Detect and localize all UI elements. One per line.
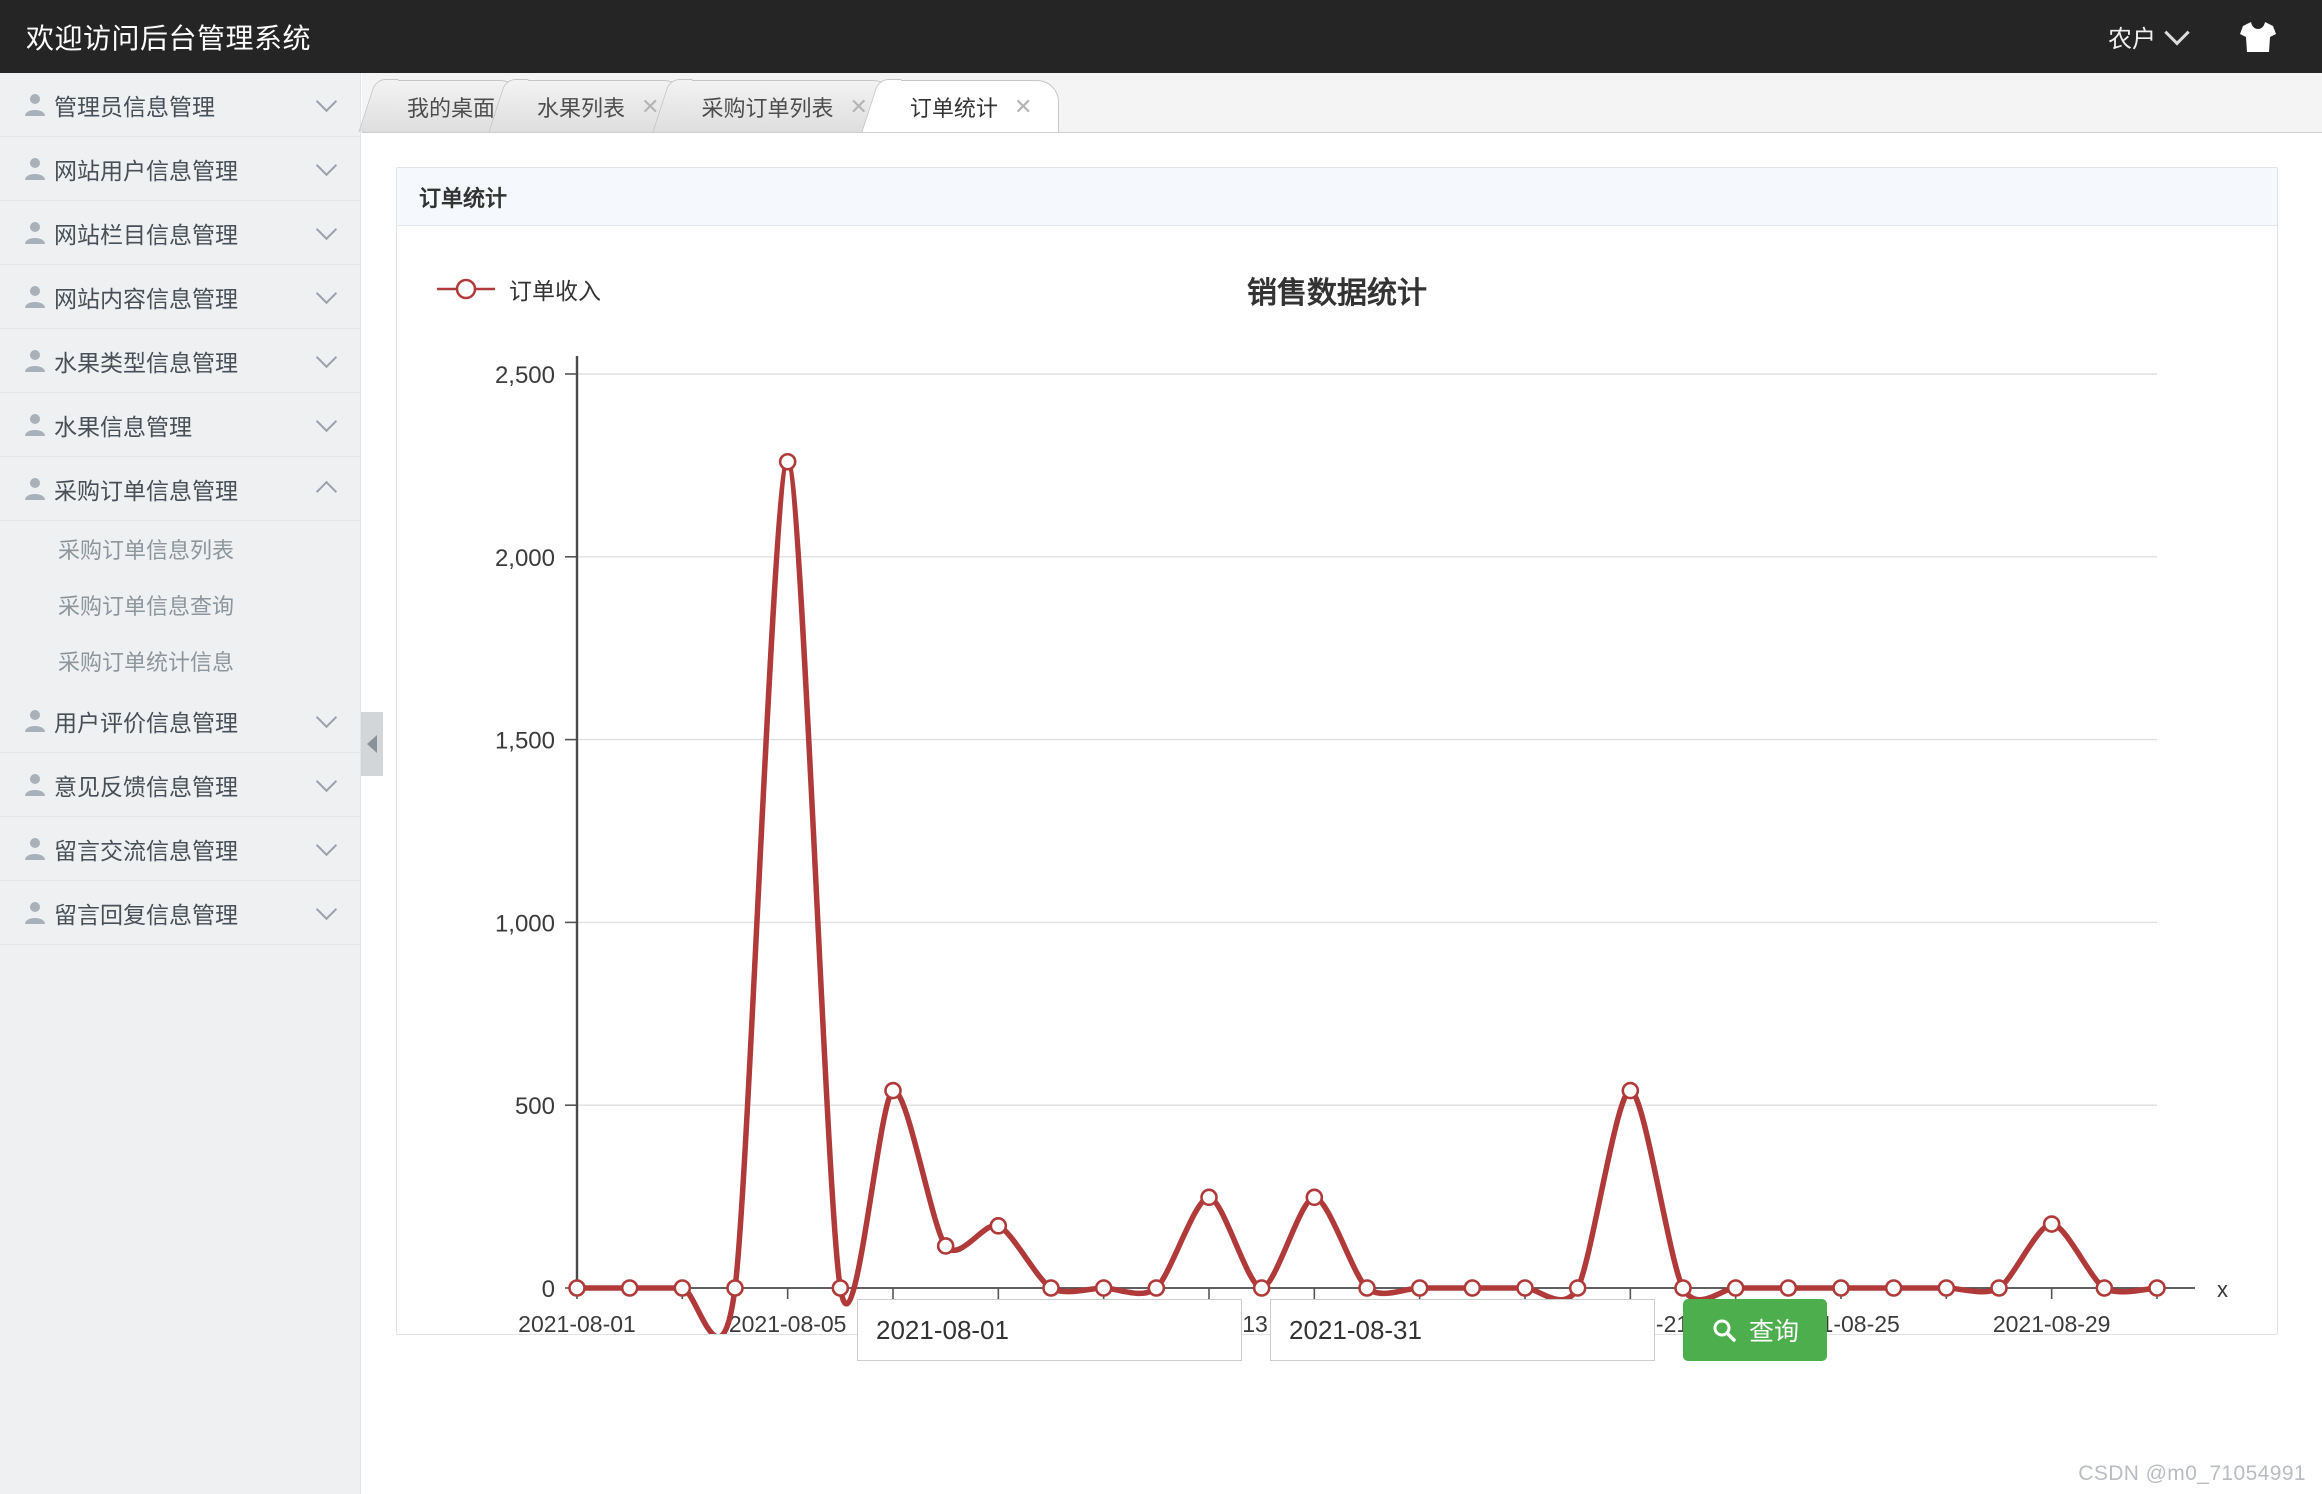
svg-text:500: 500 bbox=[515, 1093, 555, 1120]
order-statistics-panel: 订单统计 订单收入 销售数据统计 05001,0001,5002,0002,50… bbox=[396, 167, 2278, 1335]
chevron-down-icon bbox=[316, 347, 337, 368]
sidebar-item-label: 用户评价信息管理 bbox=[54, 704, 319, 738]
chevron-down-icon bbox=[316, 899, 337, 920]
user-icon bbox=[22, 476, 48, 502]
user-menu[interactable]: 农户 bbox=[2108, 19, 2186, 54]
content-area: 我的桌面 水果列表 ✕ 采购订单列表 ✕ 订单统计 ✕ 订单统计 bbox=[362, 73, 2322, 1494]
chevron-down-icon bbox=[316, 283, 337, 304]
user-icon bbox=[22, 836, 48, 862]
chevron-down-icon bbox=[316, 411, 337, 432]
sidebar-item-message-board-info[interactable]: 留言交流信息管理 bbox=[0, 817, 360, 881]
user-icon bbox=[22, 412, 48, 438]
line-chart: 05001,0001,5002,0002,500x2021-08-012021-… bbox=[397, 226, 2277, 1334]
sidebar-item-label: 留言交流信息管理 bbox=[54, 832, 319, 866]
sidebar-item-site-column-info[interactable]: 网站栏目信息管理 bbox=[0, 201, 360, 265]
tab-order-statistics[interactable]: 订单统计 ✕ bbox=[883, 80, 1059, 132]
sidebar-item-feedback-info[interactable]: 意见反馈信息管理 bbox=[0, 753, 360, 817]
svg-text:2,500: 2,500 bbox=[495, 362, 555, 389]
chevron-left-icon bbox=[367, 735, 377, 753]
sidebar-item-label: 采购订单信息管理 bbox=[54, 472, 319, 506]
sidebar-item-label: 网站内容信息管理 bbox=[54, 280, 319, 314]
sidebar-item-label: 意见反馈信息管理 bbox=[54, 768, 319, 802]
svg-text:2,000: 2,000 bbox=[495, 545, 555, 572]
user-icon bbox=[22, 772, 48, 798]
sidebar-subitem-order-statistics[interactable]: 采购订单统计信息 bbox=[0, 633, 360, 689]
chevron-down-icon bbox=[316, 155, 337, 176]
tab-bar: 我的桌面 水果列表 ✕ 采购订单列表 ✕ 订单统计 ✕ bbox=[362, 73, 2322, 133]
chevron-down-icon bbox=[316, 771, 337, 792]
user-icon bbox=[22, 156, 48, 182]
chevron-down-icon bbox=[2164, 20, 2189, 45]
sidebar-subitem-order-query[interactable]: 采购订单信息查询 bbox=[0, 577, 360, 633]
svg-text:1,500: 1,500 bbox=[495, 728, 555, 755]
user-icon bbox=[22, 92, 48, 118]
sidebar-collapse-handle[interactable] bbox=[361, 712, 383, 776]
start-date-input[interactable] bbox=[857, 1299, 1242, 1361]
close-icon[interactable]: ✕ bbox=[1014, 96, 1032, 118]
user-icon bbox=[22, 900, 48, 926]
sidebar: 管理员信息管理 网站用户信息管理 网站栏目信息管理 网站内容信息管理 bbox=[0, 73, 361, 1494]
sidebar-submenu-purchase-order: 采购订单信息列表 采购订单信息查询 采购订单统计信息 bbox=[0, 521, 360, 689]
panel-title: 订单统计 bbox=[397, 168, 2277, 226]
user-icon bbox=[22, 708, 48, 734]
sidebar-item-label: 水果信息管理 bbox=[54, 408, 319, 442]
sidebar-item-label: 水果类型信息管理 bbox=[54, 344, 319, 378]
sidebar-item-label: 网站用户信息管理 bbox=[54, 152, 319, 186]
tab-label: 订单统计 bbox=[910, 91, 998, 123]
sidebar-item-admin-info[interactable]: 管理员信息管理 bbox=[0, 73, 360, 137]
sidebar-item-user-review-info[interactable]: 用户评价信息管理 bbox=[0, 689, 360, 753]
end-date-input[interactable] bbox=[1270, 1299, 1655, 1361]
user-menu-label: 农户 bbox=[2108, 19, 2156, 54]
chevron-down-icon bbox=[316, 835, 337, 856]
tab-label: 水果列表 bbox=[537, 91, 625, 123]
sidebar-item-site-user-info[interactable]: 网站用户信息管理 bbox=[0, 137, 360, 201]
search-icon bbox=[1711, 1317, 1737, 1343]
chevron-down-icon bbox=[316, 707, 337, 728]
top-bar: 欢迎访问后台管理系统 农户 bbox=[0, 0, 2322, 73]
query-controls: 查询 bbox=[362, 1299, 2322, 1361]
query-button-label: 查询 bbox=[1749, 1312, 1799, 1348]
chevron-up-icon bbox=[316, 481, 337, 502]
sidebar-item-message-reply-info[interactable]: 留言回复信息管理 bbox=[0, 881, 360, 945]
sidebar-item-purchase-order-info[interactable]: 采购订单信息管理 bbox=[0, 457, 360, 521]
app-root: 欢迎访问后台管理系统 农户 管理员信息管理 网站 bbox=[0, 0, 2322, 1494]
sidebar-item-label: 管理员信息管理 bbox=[54, 88, 319, 122]
tab-label: 我的桌面 bbox=[407, 91, 495, 123]
sidebar-item-label: 留言回复信息管理 bbox=[54, 896, 319, 930]
sidebar-item-label: 网站栏目信息管理 bbox=[54, 216, 319, 250]
svg-text:1,000: 1,000 bbox=[495, 910, 555, 937]
top-bar-right: 农户 bbox=[2108, 19, 2278, 54]
sidebar-item-fruit-type-info[interactable]: 水果类型信息管理 bbox=[0, 329, 360, 393]
chart-container: 订单收入 销售数据统计 05001,0001,5002,0002,500x202… bbox=[397, 226, 2277, 1334]
watermark: CSDN @m0_71054991 bbox=[2078, 1462, 2306, 1486]
shirt-icon[interactable] bbox=[2238, 20, 2278, 54]
tab-label: 采购订单列表 bbox=[701, 91, 833, 123]
sidebar-item-site-content-info[interactable]: 网站内容信息管理 bbox=[0, 265, 360, 329]
tab-purchase-order-list[interactable]: 采购订单列表 ✕ bbox=[674, 80, 894, 132]
user-icon bbox=[22, 220, 48, 246]
close-icon[interactable]: ✕ bbox=[641, 96, 659, 118]
close-icon[interactable]: ✕ bbox=[849, 96, 867, 118]
query-button[interactable]: 查询 bbox=[1683, 1299, 1827, 1361]
user-icon bbox=[22, 348, 48, 374]
sidebar-subitem-order-list[interactable]: 采购订单信息列表 bbox=[0, 521, 360, 577]
chevron-down-icon bbox=[316, 91, 337, 112]
app-brand-title: 欢迎访问后台管理系统 bbox=[26, 17, 311, 57]
sidebar-item-fruit-info[interactable]: 水果信息管理 bbox=[0, 393, 360, 457]
user-icon bbox=[22, 284, 48, 310]
chevron-down-icon bbox=[316, 219, 337, 240]
